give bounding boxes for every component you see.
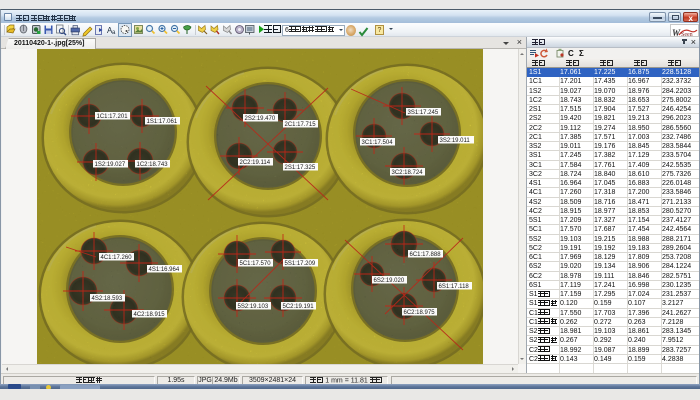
svg-text:3C2:18.724: 3C2:18.724 — [392, 170, 424, 176]
svg-text:2S2:19.470: 2S2:19.470 — [245, 116, 276, 122]
svg-text:a: a — [112, 30, 116, 36]
svg-text:2C2:19.114: 2C2:19.114 — [240, 160, 271, 166]
svg-text:5S2:19.103: 5S2:19.103 — [238, 304, 269, 310]
svg-text:4C1:17.260: 4C1:17.260 — [101, 255, 133, 261]
svg-text:3S1:17.245: 3S1:17.245 — [408, 110, 439, 116]
svg-text:5C1:17.570: 5C1:17.570 — [240, 261, 272, 267]
svg-text:6C2:18.975: 6C2:18.975 — [404, 310, 436, 316]
svg-text:2C1:17.715: 2C1:17.715 — [285, 122, 317, 128]
svg-text:5C2:19.191: 5C2:19.191 — [283, 304, 315, 310]
svg-text:W: W — [672, 28, 681, 38]
svg-text:5S1:17.209: 5S1:17.209 — [285, 261, 316, 267]
svg-text:1C1:17.201: 1C1:17.201 — [97, 114, 129, 120]
svg-text:2S1:17.325: 2S1:17.325 — [285, 165, 316, 171]
svg-text:C: C — [568, 49, 574, 58]
svg-text:4S2:18.593: 4S2:18.593 — [92, 296, 123, 302]
svg-text:6S2:19.020: 6S2:19.020 — [374, 278, 405, 284]
svg-text:1S2:19.027: 1S2:19.027 — [95, 162, 126, 168]
svg-text:1S1:17.061: 1S1:17.061 — [147, 119, 178, 125]
svg-text:3S2:19.011: 3S2:19.011 — [440, 138, 471, 144]
svg-text:6C1:17.888: 6C1:17.888 — [410, 252, 442, 258]
svg-text:3C1:17.504: 3C1:17.504 — [362, 140, 394, 146]
svg-text:Σ: Σ — [579, 49, 584, 58]
svg-text:4S1:16.964: 4S1:16.964 — [149, 267, 180, 273]
svg-text:6S1:17.118: 6S1:17.118 — [439, 284, 470, 290]
svg-text:1C2:18.743: 1C2:18.743 — [137, 162, 169, 168]
svg-text:4C2:18.915: 4C2:18.915 — [134, 312, 166, 318]
